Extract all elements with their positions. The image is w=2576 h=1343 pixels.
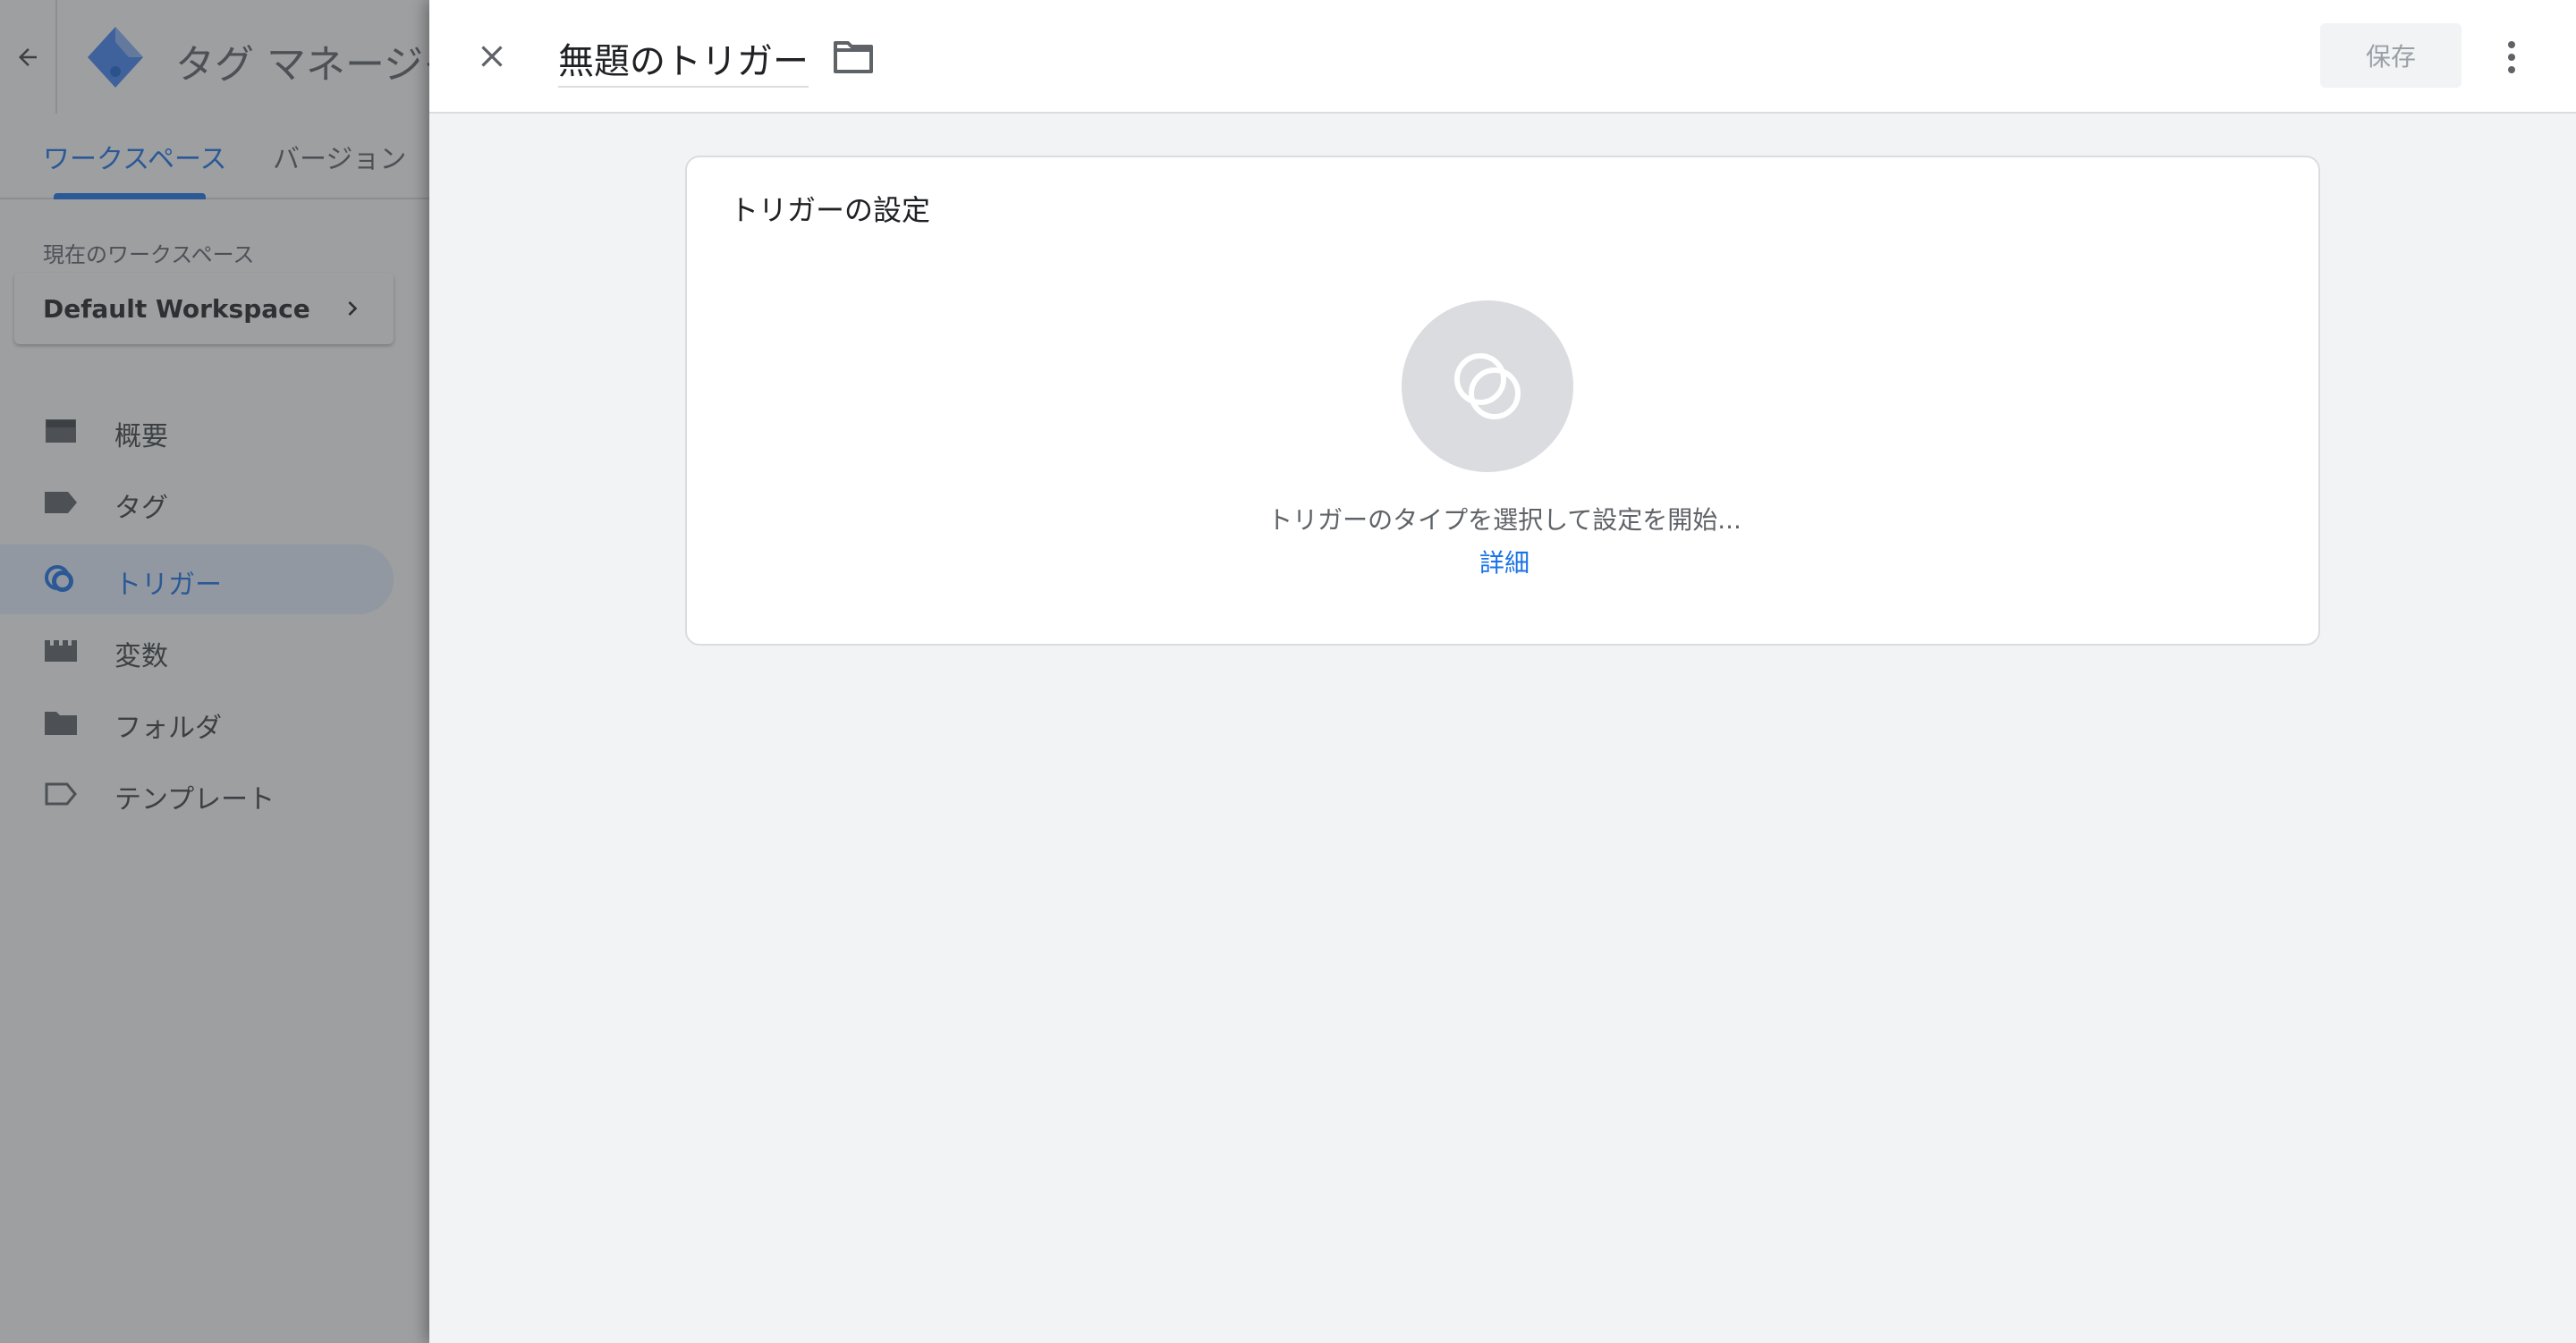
trigger-name-field[interactable]: 無題のトリガー — [558, 32, 809, 88]
trigger-type-selector[interactable] — [1402, 300, 1573, 472]
close-icon — [481, 46, 503, 67]
trigger-editor-panel: 無題のトリガー 保存 トリガーの設定 トリガーのタイプを選択して設定を開始...… — [429, 0, 2576, 1343]
placeholder-text: トリガーのタイプを選択して設定を開始... — [1267, 505, 1741, 535]
save-button[interactable]: 保存 — [2320, 23, 2462, 88]
close-button[interactable] — [470, 35, 513, 78]
trigger-configuration-card[interactable]: トリガーの設定 トリガーのタイプを選択して設定を開始... 詳細 — [685, 156, 2320, 646]
card-title: トリガーの設定 — [730, 193, 931, 227]
trigger-icon — [1454, 353, 1521, 419]
more-vert-icon — [2508, 41, 2515, 73]
folder-outline-icon[interactable] — [832, 39, 875, 75]
more-options-button[interactable] — [2501, 36, 2522, 79]
learn-more-link[interactable]: 詳細 — [687, 544, 2322, 579]
panel-header: 無題のトリガー 保存 — [429, 0, 2576, 114]
